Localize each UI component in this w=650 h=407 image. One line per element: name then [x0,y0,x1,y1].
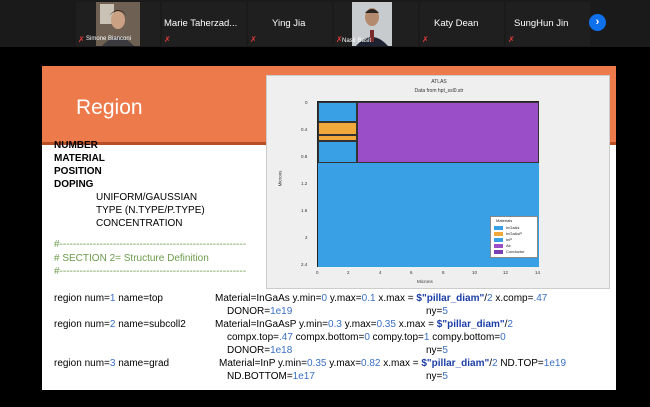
doping-option: CONCENTRATION [96,218,183,229]
atlas-structure-plot: ATLAS Data from hpt_ssl0.str Microns Mic… [266,75,610,289]
y-tick: 1.2 [301,181,308,186]
y-tick: 2.4 [301,262,308,267]
comment-line: #---------------------------------------… [54,266,247,277]
code-line: Material=InGaAs y.min=0 y.max=0.1 x.max … [215,293,548,304]
legend-swatch [494,226,503,230]
doping-option: UNIFORM/GAUSSIAN [96,192,198,203]
muted-mic-icon: ✗ [336,35,343,44]
y-tick: 0.8 [301,154,308,159]
legend-label: InP [506,237,513,242]
region-air [357,102,539,163]
y-tick: 0 [305,100,308,105]
muted-mic-icon: ✗ [508,35,515,44]
legend-title: Materials [496,218,513,223]
next-participants-button[interactable]: › [589,14,606,31]
plot-title: ATLAS [431,79,447,85]
plot-legend: Materials InGaAs InGaAsP InP Air Conduct… [490,216,538,258]
participant-tile[interactable]: Marie Taherzad... ✗ [162,2,246,46]
y-tick: 0.4 [301,127,308,132]
x-axis-label: Microns [417,279,433,284]
y-axis-label: Microns [277,170,283,187]
participant-name: Ying Jia [272,18,306,29]
participant-name: Marie Taherzad... [164,18,238,29]
keyword: POSITION [54,166,102,177]
x-tick: 2 [347,270,350,275]
legend-label: InGaAs [506,225,520,230]
code-line: ND.BOTTOM=1e17 [227,371,315,382]
legend-swatch [494,238,503,242]
comment-line: #---------------------------------------… [54,239,247,250]
code-line: Material=InGaAsP y.min=0.3 y.max=0.35 x.… [215,319,513,330]
legend-swatch [494,244,503,248]
code-line: ny=5 [426,371,448,382]
muted-mic-icon: ✗ [250,35,257,44]
x-tick: 10 [472,270,478,275]
code-line: DONOR=1e19 [227,306,293,317]
participant-tile[interactable]: Katy Dean ✗ [420,2,504,46]
muted-mic-icon: ✗ [422,35,429,44]
slide-title: Region [76,96,143,119]
x-tick: 6 [410,270,413,275]
region-inp [318,141,357,163]
code-line: ny=5 [426,306,448,317]
region-top [318,102,357,122]
code-line: region num=1 name=top [54,293,163,304]
code-line: DONOR=1e18 [227,345,293,356]
participant-name: Katy Dean [434,18,479,29]
legend-label: InGaAsP [506,231,523,236]
code-line: compx.top=.47 compx.bottom=0 compy.top=1… [227,332,506,343]
shared-slide: Region NUMBER MATERIAL POSITION DOPING U… [42,66,616,390]
code-line: ny=5 [426,345,448,356]
keyword: MATERIAL [54,153,105,164]
legend-label: Conductor [506,249,525,254]
x-tick: 8 [442,270,445,275]
x-tick: 14 [535,270,541,275]
muted-mic-icon: ✗ [164,35,171,44]
x-tick: 12 [503,270,509,275]
muted-mic-icon: ✗ [78,35,85,44]
legend-swatch [494,250,503,254]
participant-tile[interactable]: Simone Bianconi ✗ [76,2,160,46]
participant-tile[interactable]: Nasir Basit ✗ [334,2,418,46]
x-tick: 0 [316,270,319,275]
participant-name: Nasir Basit [342,38,372,44]
code-line: region num=3 name=grad [54,358,170,369]
code-line: Material=InP y.min=0.35 y.max=0.82 x.max… [219,358,567,369]
participant-name: SungHun Jin [514,18,569,29]
participant-name: Simone Bianconi [86,36,132,42]
x-tick: 4 [379,270,382,275]
y-tick: 1.6 [301,208,308,213]
plot-subtitle: Data from hpt_ssl0.str [414,88,464,94]
participant-strip: Simone Bianconi ✗ Marie Taherzad... ✗ Yi… [0,0,650,47]
legend-swatch [494,232,503,236]
legend-label: Air [506,243,511,248]
participant-tile[interactable]: SungHun Jin ✗ [506,2,590,46]
doping-option: TYPE (N.TYPE/P.TYPE) [96,205,205,216]
comment-section: # SECTION 2= Structure Definition [54,253,209,264]
keyword: DOPING [54,179,94,190]
keyword: NUMBER [54,140,98,151]
region-subcoll2 [318,122,357,135]
participant-tile[interactable]: Ying Jia ✗ [248,2,332,46]
code-line: region num=2 name=subcoll2 [54,319,186,330]
y-tick: 2 [305,235,308,240]
chevron-right-icon: › [595,16,600,28]
